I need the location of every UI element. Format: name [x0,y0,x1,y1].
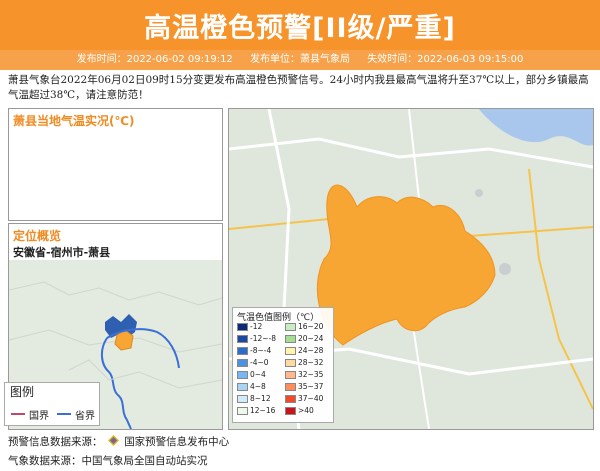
warning-title: 高温橙色预警[II级/严重] [144,13,456,44]
warning-source-label: 预警信息数据来源： [8,436,103,448]
province-border-swatch [57,413,71,415]
legend-label: 20~24 [298,334,324,343]
legend-swatch [237,323,248,331]
header-banner: 高温橙色预警[II级/严重] [0,0,600,50]
legend-swatch [285,371,296,379]
temperature-legend: 气温色值图例（℃） -12 -12~-8 -8~-4 -4~0 0~4 4~8 8~12 12… [232,307,334,423]
warning-source-line: 预警信息数据来源： 国家预警信息发布中心 [8,434,229,449]
legend-label: 24~28 [298,346,324,355]
legend-label: -12~-8 [250,334,277,343]
temperature-panel-title: 萧县当地气温实况(℃) [13,114,135,128]
legend-label: >40 [298,406,314,415]
location-name: 安徽省-宿州市-萧县 [13,246,111,259]
legend-swatch [285,335,296,343]
legend-swatch [237,347,248,355]
legend-label: -12 [250,322,263,331]
legend-swatch [285,383,296,391]
legend-label: 12~16 [250,406,276,415]
legend-swatch [237,359,248,367]
province-border-label: 省界 [75,411,95,422]
legend-swatch [285,347,296,355]
legend-label: 8~12 [250,394,271,403]
legend-swatch [237,407,248,415]
legend-swatch [237,371,248,379]
legend-label: 16~20 [298,322,324,331]
early-warning-logo-icon [107,435,119,446]
map-legend: 图例 国界 省界 [4,382,100,426]
legend-swatch [285,407,296,415]
legend-label: 0~4 [250,370,266,379]
weather-source-line: 气象数据来源：中国气象局全国自动站实况 [8,455,208,467]
legend-label: 4~8 [250,382,266,391]
map-legend-title: 图例 [10,385,35,399]
warning-description: 萧县气象台2022年06月02日09时15分变更发布高温橙色预警信号。24小时内… [8,74,589,101]
country-border-swatch [11,413,25,415]
temperature-panel: 萧县当地气温实况(℃) [8,108,223,221]
legend-swatch [237,395,248,403]
legend-label: -4~0 [250,358,269,367]
legend-label: -8~-4 [250,346,272,355]
warning-source-org: 国家预警信息发布中心 [124,436,230,448]
legend-label: 37~40 [298,394,324,403]
legend-swatch [237,383,248,391]
legend-label: 28~32 [298,358,324,367]
expire-time: 失效时间：2022-06-03 09:15:00 [367,54,524,65]
legend-label: 32~35 [298,370,324,379]
location-panel-title: 定位概览 [13,229,62,243]
legend-swatch [237,335,248,343]
legend-swatch [285,323,296,331]
legend-label: 35~37 [298,382,324,391]
publisher: 发布单位：萧县气象局 [250,54,350,65]
country-border-label: 国界 [29,411,49,422]
legend-swatch [285,359,296,367]
meta-bar: 发布时间：2022-06-02 09:19:12 发布单位：萧县气象局 失效时间… [0,50,600,70]
legend-swatch [285,395,296,403]
publish-time: 发布时间：2022-06-02 09:19:12 [76,54,233,65]
